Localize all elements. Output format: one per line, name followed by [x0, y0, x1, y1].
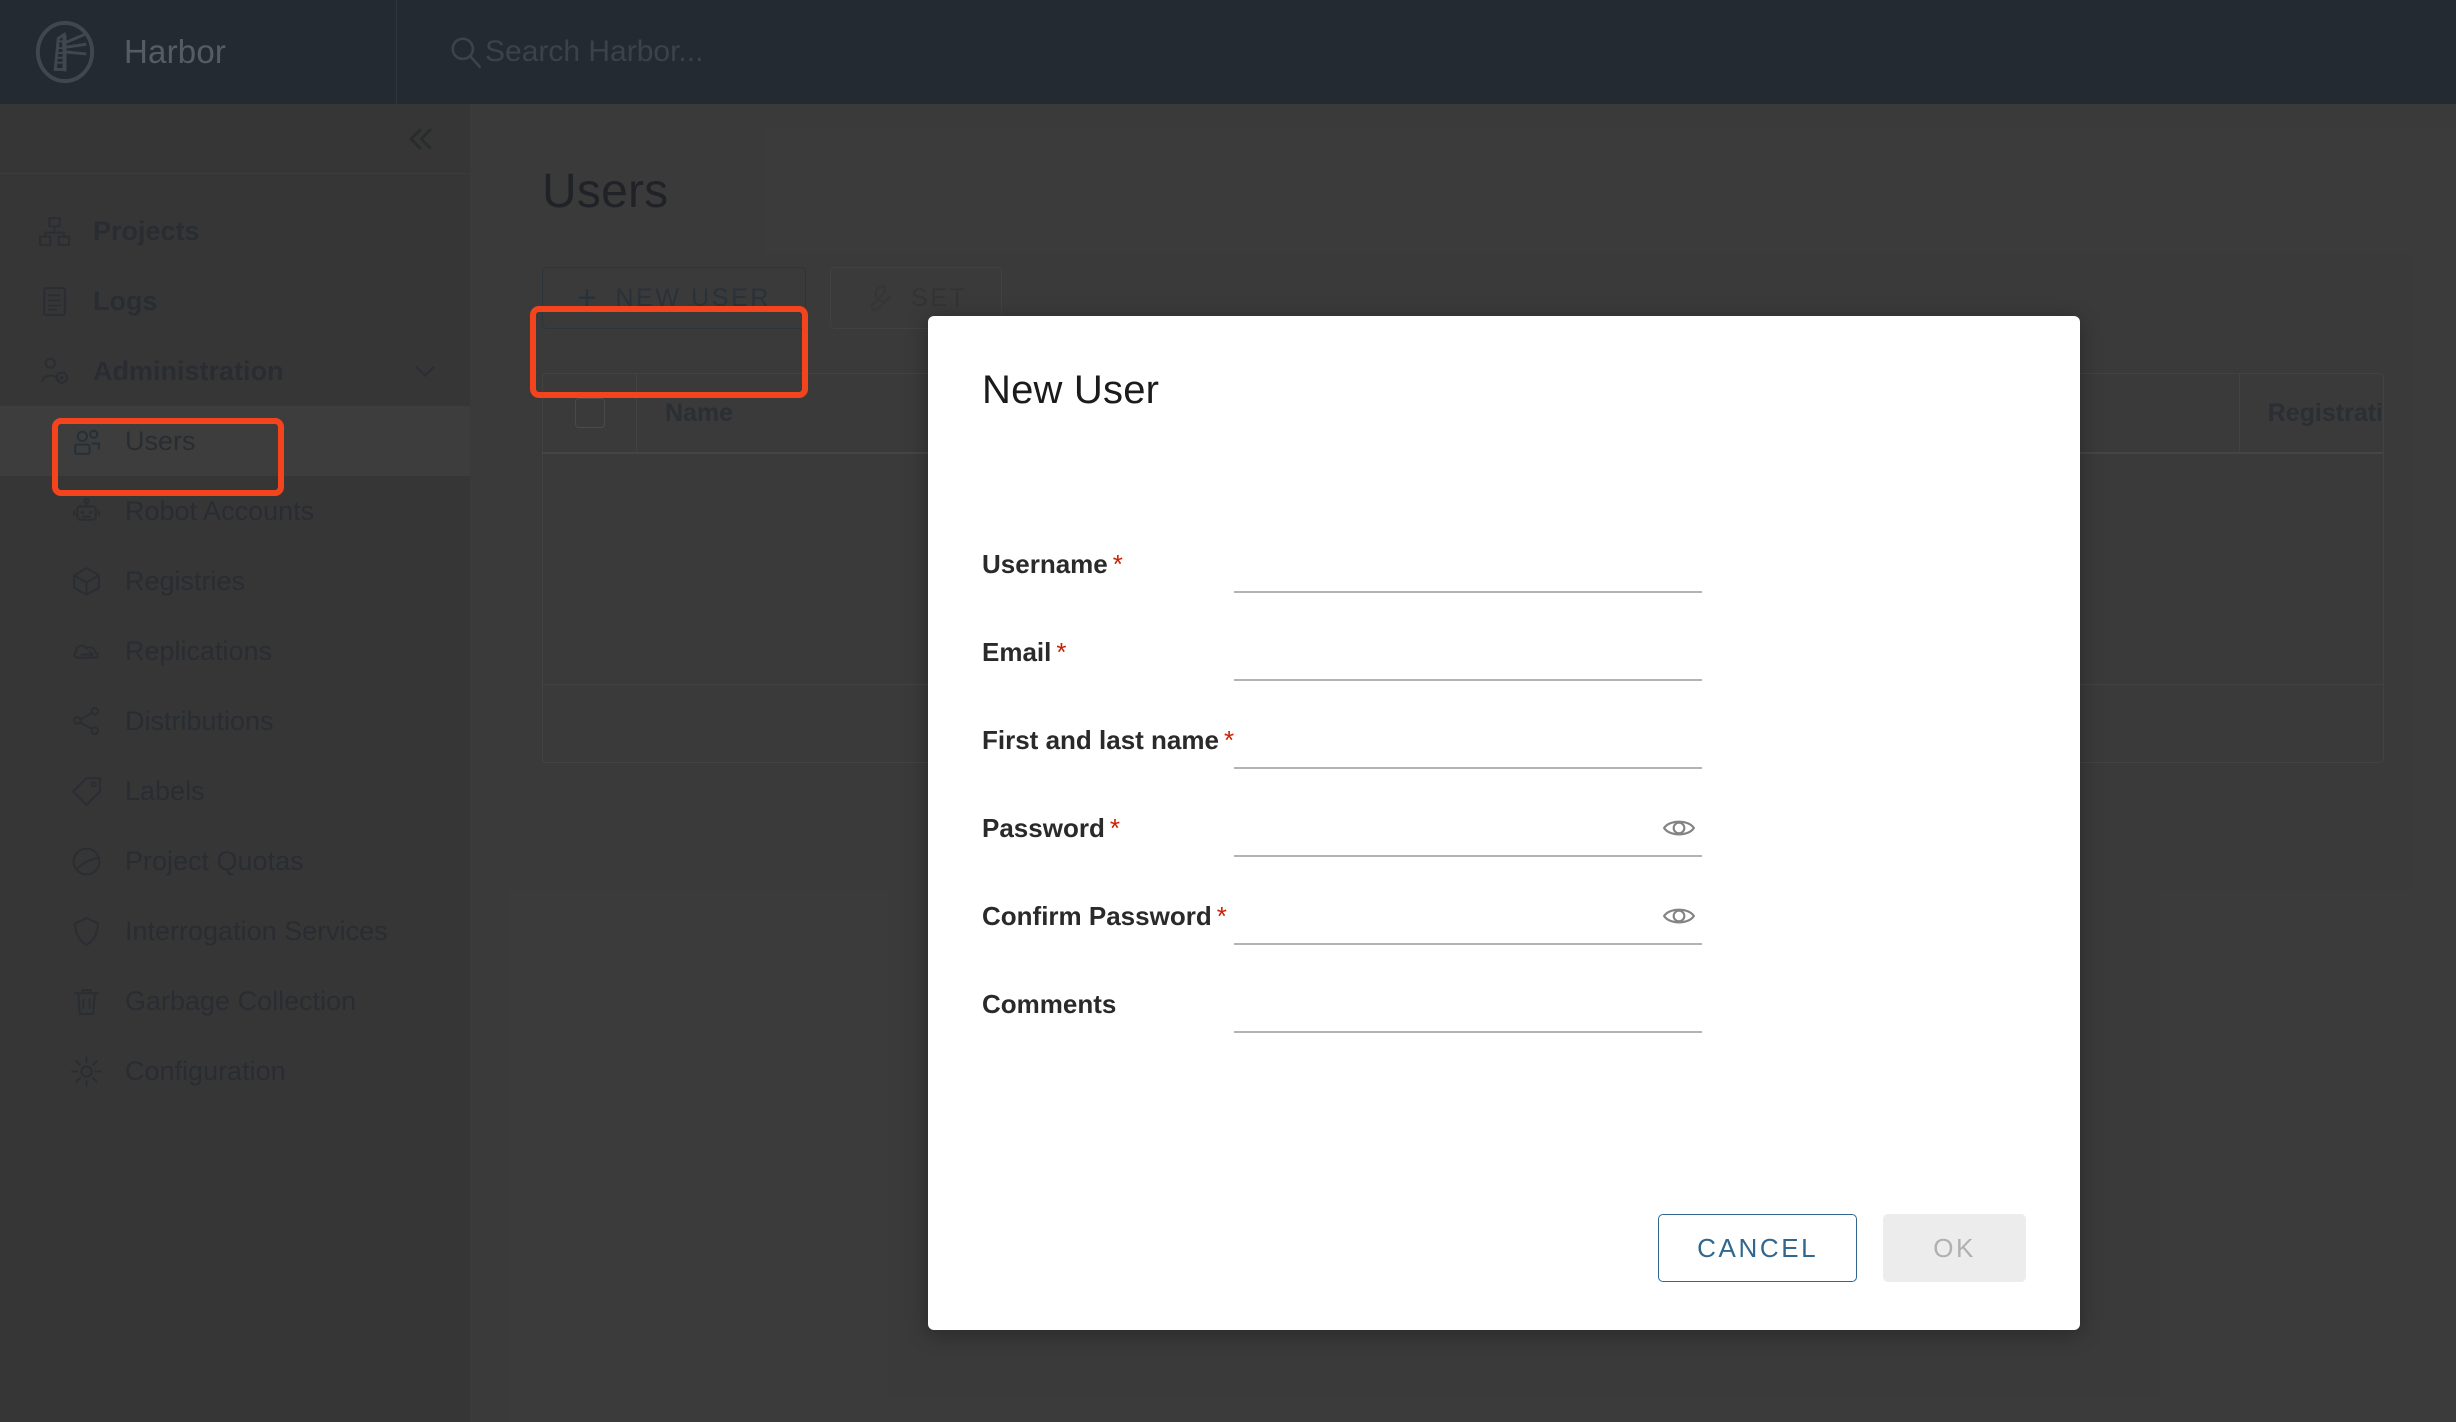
comments-field-wrap [1234, 981, 1702, 1033]
required-marker: * [1110, 813, 1120, 843]
form-row-confirm-password: Confirm Password* [982, 893, 2026, 945]
new-user-form: Username* Email* First and last name* [928, 413, 2080, 1214]
form-row-email: Email* [982, 629, 2026, 681]
fullname-label: First and last name* [982, 717, 1234, 756]
required-marker: * [1056, 637, 1066, 667]
form-row-fullname: First and last name* [982, 717, 2026, 769]
required-marker: * [1217, 901, 1227, 931]
confirm-password-label: Confirm Password* [982, 893, 1234, 932]
required-marker: * [1224, 725, 1234, 755]
cancel-button[interactable]: CANCEL [1658, 1214, 1857, 1282]
comments-input[interactable] [1234, 981, 1702, 1031]
email-label: Email* [982, 629, 1234, 668]
email-field-wrap [1234, 629, 1702, 681]
confirm-password-field-wrap [1234, 893, 1702, 945]
fullname-label-text: First and last name [982, 725, 1219, 755]
password-label: Password* [982, 805, 1234, 844]
password-label-text: Password [982, 813, 1105, 843]
fullname-field-wrap [1234, 717, 1702, 769]
email-label-text: Email [982, 637, 1051, 667]
eye-icon[interactable] [1662, 899, 1696, 933]
username-label-text: Username [982, 549, 1108, 579]
form-row-username: Username* [982, 541, 2026, 593]
password-input[interactable] [1234, 805, 1702, 855]
dialog-title: New User [928, 316, 2080, 413]
username-label: Username* [982, 541, 1234, 580]
comments-label: Comments [982, 981, 1234, 1020]
username-field-wrap [1234, 541, 1702, 593]
ok-button[interactable]: OK [1883, 1214, 2026, 1282]
confirm-password-input[interactable] [1234, 893, 1702, 943]
harbor-app-window: Harbor Search Harbor... [0, 0, 2456, 1422]
required-marker: * [1113, 549, 1123, 579]
comments-label-text: Comments [982, 989, 1116, 1019]
confirm-password-label-text: Confirm Password [982, 901, 1212, 931]
form-row-comments: Comments [982, 981, 2026, 1033]
email-input[interactable] [1234, 629, 1702, 679]
username-input[interactable] [1234, 541, 1702, 591]
dialog-footer: CANCEL OK [928, 1214, 2080, 1330]
password-field-wrap [1234, 805, 1702, 857]
new-user-dialog: New User Username* Email* [928, 316, 2080, 1330]
form-row-password: Password* [982, 805, 2026, 857]
eye-icon[interactable] [1662, 811, 1696, 845]
fullname-input[interactable] [1234, 717, 1702, 767]
